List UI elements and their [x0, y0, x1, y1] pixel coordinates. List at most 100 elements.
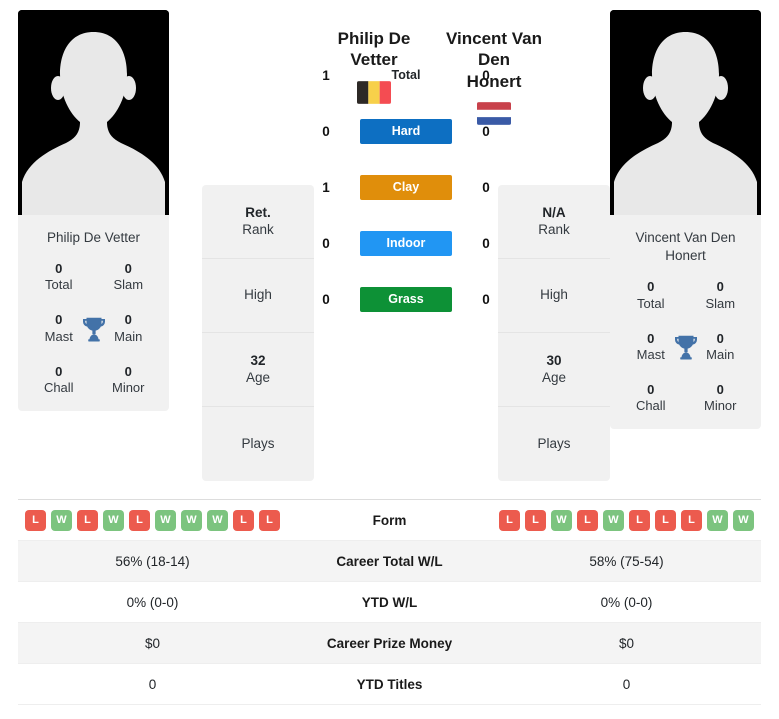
surface-row-total: 1 Total 0	[315, 63, 497, 88]
form-badge: W	[207, 509, 228, 531]
right-player-info-card: N/A Rank High 30 Age Plays	[498, 185, 610, 481]
label: Minor	[703, 397, 737, 413]
left-plays-cell: Plays	[202, 407, 314, 481]
right-ytd-titles: 0	[622, 676, 631, 692]
form-badge: W	[103, 509, 124, 531]
indoor-surface-bar[interactable]: Indoor	[360, 230, 452, 256]
label: Minor	[111, 379, 145, 395]
left-ytd-titles: 0	[148, 676, 157, 692]
career-prize-money-label: Career Prize Money	[326, 635, 453, 651]
grass-surface-bar[interactable]: Grass	[360, 286, 452, 312]
right-form-cell: LLWLWLLLWW	[492, 509, 761, 531]
form-badge: W	[551, 509, 572, 531]
right-high-label: High	[540, 287, 568, 303]
right-age-value: 30	[546, 352, 562, 368]
trophy-icon	[671, 332, 701, 362]
table-row-form: LWLWLWWWLL Form LLWLWLLLWW	[18, 500, 761, 541]
label: Slam	[705, 295, 736, 311]
form-badge: W	[603, 509, 624, 531]
form-badge: L	[129, 509, 150, 531]
left-player-column: Philip De Vetter 0 Total 0 Slam 0 Mast 0…	[18, 10, 169, 411]
form-badge: W	[733, 509, 754, 531]
value: 0	[55, 363, 63, 379]
right-player-titles-card: Vincent Van Den Honert 0 Total 0 Slam 0 …	[610, 215, 761, 429]
left-form-badges: LWLWLWWWLL	[25, 509, 280, 531]
left-high-cell: High	[202, 259, 314, 333]
right-rank-cell: N/A Rank	[498, 185, 610, 259]
indoor-right-count: 0	[482, 235, 490, 251]
form-badge: L	[655, 509, 676, 531]
clay-surface-bar[interactable]: Clay	[360, 174, 452, 200]
surface-breakdown: 1 Total 0 0 Hard 0 1 Clay 0 0 Indoor 0 0…	[315, 63, 497, 312]
right-form-badges: LLWLWLLLWW	[499, 509, 754, 531]
surface-row-clay: 1 Clay 0	[315, 174, 497, 200]
ytd-wl-label: YTD W/L	[361, 594, 418, 610]
surface-row-grass: 0 Grass 0	[315, 286, 497, 312]
right-player-card-name: Vincent Van Den Honert	[635, 230, 736, 264]
right-titles-minor: 0 Minor	[686, 382, 756, 415]
label: Total	[45, 277, 73, 293]
value: 0	[55, 261, 63, 277]
left-plays-label: Plays	[241, 435, 275, 451]
left-ytd-wl: 0% (0-0)	[126, 594, 179, 610]
left-form-cell: LWLWLWWWLL	[18, 509, 287, 531]
left-titles-minor: 0 Minor	[94, 364, 164, 397]
label: Chall	[635, 397, 666, 413]
clay-right-count: 0	[482, 179, 490, 195]
form-row-label: Form	[372, 512, 407, 528]
table-row-career-total-wl: 56% (18-14) Career Total W/L 58% (75-54)	[18, 541, 761, 582]
right-age-cell: 30 Age	[498, 333, 610, 407]
grass-right-count: 0	[482, 291, 490, 307]
left-player-titles-card: Philip De Vetter 0 Total 0 Slam 0 Mast 0…	[18, 215, 169, 411]
grass-left-count: 0	[322, 291, 330, 307]
left-high-label: High	[244, 287, 272, 303]
left-rank-label: Rank	[242, 222, 274, 238]
total-left-count: 1	[322, 67, 330, 83]
total-label: Total	[391, 68, 421, 83]
player-comparison-page: Philip De Vetter 0 Total 0 Slam 0 Mast 0…	[0, 0, 779, 719]
form-badge: L	[499, 509, 520, 531]
clay-left-count: 1	[322, 179, 330, 195]
form-badge: L	[681, 509, 702, 531]
person-silhouette-icon	[610, 10, 761, 215]
label: Total	[637, 295, 665, 311]
right-player-photo	[610, 10, 761, 215]
right-player-column: Vincent Van Den Honert 0 Total 0 Slam 0 …	[610, 10, 761, 429]
value: 0	[716, 381, 724, 397]
right-career-prize-money: $0	[618, 635, 635, 651]
hard-surface-bar[interactable]: Hard	[360, 118, 452, 144]
right-rank-value: N/A	[542, 204, 566, 220]
right-career-total-wl: 58% (75-54)	[589, 553, 664, 569]
hard-right-count: 0	[482, 123, 490, 139]
total-right-count: 0	[482, 67, 490, 83]
left-titles-slam: 0 Slam	[94, 261, 164, 294]
indoor-left-count: 0	[322, 235, 330, 251]
left-titles-grid: 0 Total 0 Slam 0 Mast 0 Main 0 Chall 0 M…	[24, 261, 163, 396]
comparison-header: Philip De Vetter 0 Total 0 Slam 0 Mast 0…	[0, 0, 779, 481]
right-rank-label: Rank	[538, 222, 570, 238]
value: 0	[124, 261, 132, 277]
form-badge: L	[25, 509, 46, 531]
value: 0	[647, 381, 655, 397]
career-total-wl-label: Career Total W/L	[336, 553, 443, 569]
right-titles-chall: 0 Chall	[616, 382, 686, 415]
left-age-value: 32	[250, 352, 266, 368]
left-player-card-name: Philip De Vetter	[46, 230, 141, 245]
value: 0	[124, 363, 132, 379]
table-row-ytd-titles: 0 YTD Titles 0	[18, 664, 761, 705]
value: 0	[647, 279, 655, 295]
person-silhouette-icon	[18, 10, 169, 215]
ytd-titles-label: YTD Titles	[356, 676, 423, 692]
form-badge: L	[233, 509, 254, 531]
form-badge: W	[707, 509, 728, 531]
left-rank-value: Ret.	[245, 204, 271, 220]
left-age-cell: 32 Age	[202, 333, 314, 407]
right-ytd-wl: 0% (0-0)	[600, 594, 653, 610]
left-player-photo	[18, 10, 169, 215]
label: Slam	[113, 277, 144, 293]
right-titles-grid: 0 Total 0 Slam 0 Mast 0 Main 0 Chall 0 M…	[616, 279, 755, 414]
form-badge: W	[51, 509, 72, 531]
form-badge: L	[577, 509, 598, 531]
value: 0	[716, 279, 724, 295]
label: Chall	[43, 379, 74, 395]
